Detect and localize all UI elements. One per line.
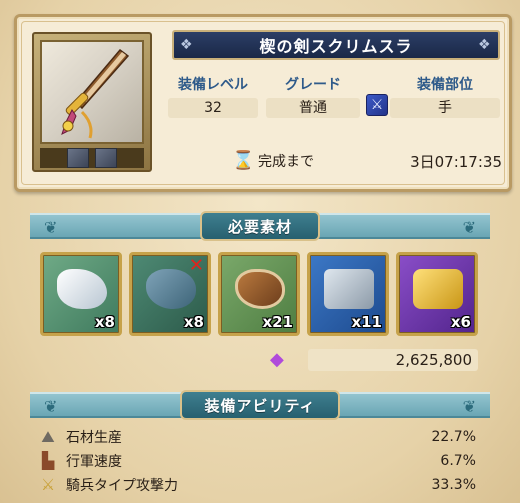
material-count: x11 [351, 313, 382, 331]
socket-row [40, 148, 144, 168]
equip-slot-sword-icon: ⚔ [366, 94, 388, 116]
materials-section-header: ❦ 必要素材 ❦ [30, 211, 490, 241]
ornament-icon: ❦ [44, 218, 58, 237]
gold-ornament-icon [413, 269, 463, 309]
material-slot[interactable]: ✕ x8 [129, 252, 211, 336]
material-slot[interactable]: x21 [218, 252, 300, 336]
socket-slot[interactable] [95, 148, 117, 168]
stat-label: 装備部位 [417, 77, 473, 93]
abilities-section-header: ❦ 装備アビリティ ❦ [30, 390, 490, 420]
ornament-icon: ❦ [44, 397, 58, 416]
ability-row: ⚔ 騎兵タイプ攻撃力 33.3% [36, 473, 480, 497]
equipment-detail-panel: ❖ 楔の剣スクリムスラ ❖ 装備レベル 32 グレード 普通 ⚔ 装備部位 手 … [0, 0, 520, 503]
ornament-icon: ❖ [180, 37, 193, 53]
stat-equip-level: 装備レベル 32 [168, 74, 258, 118]
stat-value: 32 [168, 98, 258, 118]
ornament-icon: ❦ [462, 218, 476, 237]
material-slot[interactable]: x6 [396, 252, 478, 336]
ability-row: ▙ 行軍速度 6.7% [36, 449, 480, 473]
missing-x-icon: ✕ [188, 255, 204, 276]
material-count: x8 [94, 313, 115, 331]
timer-label: 完成まで [258, 154, 314, 170]
materials-list: x8 ✕ x8 x21 x11 x6 [40, 252, 480, 338]
stat-value: 手 [390, 98, 500, 118]
item-image [40, 40, 144, 144]
stat-grade: グレード 普通 [266, 74, 360, 118]
material-slot[interactable]: x8 [40, 252, 122, 336]
steel-plate-icon [324, 269, 374, 309]
abilities-list: ⛰ 石材生産 22.7% ▙ 行軍速度 6.7% ⚔ 騎兵タイプ攻撃力 33.3… [36, 425, 480, 497]
stat-label: グレード [285, 77, 341, 93]
material-count: x8 [183, 313, 204, 331]
material-count: x21 [262, 313, 293, 331]
ability-name: 石材生産 [66, 430, 122, 446]
socket-slot[interactable] [67, 148, 89, 168]
ability-value: 33.3% [431, 477, 476, 493]
ability-name: 行軍速度 [66, 454, 122, 470]
section-title: 必要素材 [227, 217, 292, 236]
ability-name: 騎兵タイプ攻撃力 [66, 478, 178, 494]
ability-value: 6.7% [440, 453, 476, 469]
hourglass-icon: ⌛ [232, 150, 255, 171]
stat-equip-slot: 装備部位 手 [390, 74, 500, 118]
crystal-icon: ◆ [270, 349, 284, 370]
material-slot[interactable]: x11 [307, 252, 389, 336]
section-title: 装備アビリティ [204, 396, 316, 415]
ability-row: ⛰ 石材生産 22.7% [36, 425, 480, 449]
white-stone-icon [57, 269, 107, 309]
sword-icon [61, 48, 130, 139]
boot-icon: ▙ [41, 451, 55, 470]
leather-icon [235, 269, 285, 309]
cost-value: 2,625,800 [308, 349, 478, 371]
item-title-banner: ❖ 楔の剣スクリムスラ ❖ [172, 30, 500, 60]
stat-value: 普通 [266, 98, 360, 118]
sword-icon: ⚔ [40, 475, 56, 494]
stat-label: 装備レベル [178, 77, 248, 93]
item-name: 楔の剣スクリムスラ [259, 37, 413, 56]
ornament-icon: ❖ [478, 37, 491, 53]
resource-cost: ◆ 2,625,800 [270, 348, 478, 372]
item-portrait[interactable] [32, 32, 152, 172]
stone-icon: ⛰ [41, 427, 55, 446]
ability-value: 22.7% [431, 429, 476, 445]
ornament-icon: ❦ [462, 397, 476, 416]
completion-timer: ⌛ 完成まで 3日07:17:35 [232, 150, 502, 172]
material-count: x6 [450, 313, 471, 331]
timer-value: 3日07:17:35 [410, 152, 502, 171]
